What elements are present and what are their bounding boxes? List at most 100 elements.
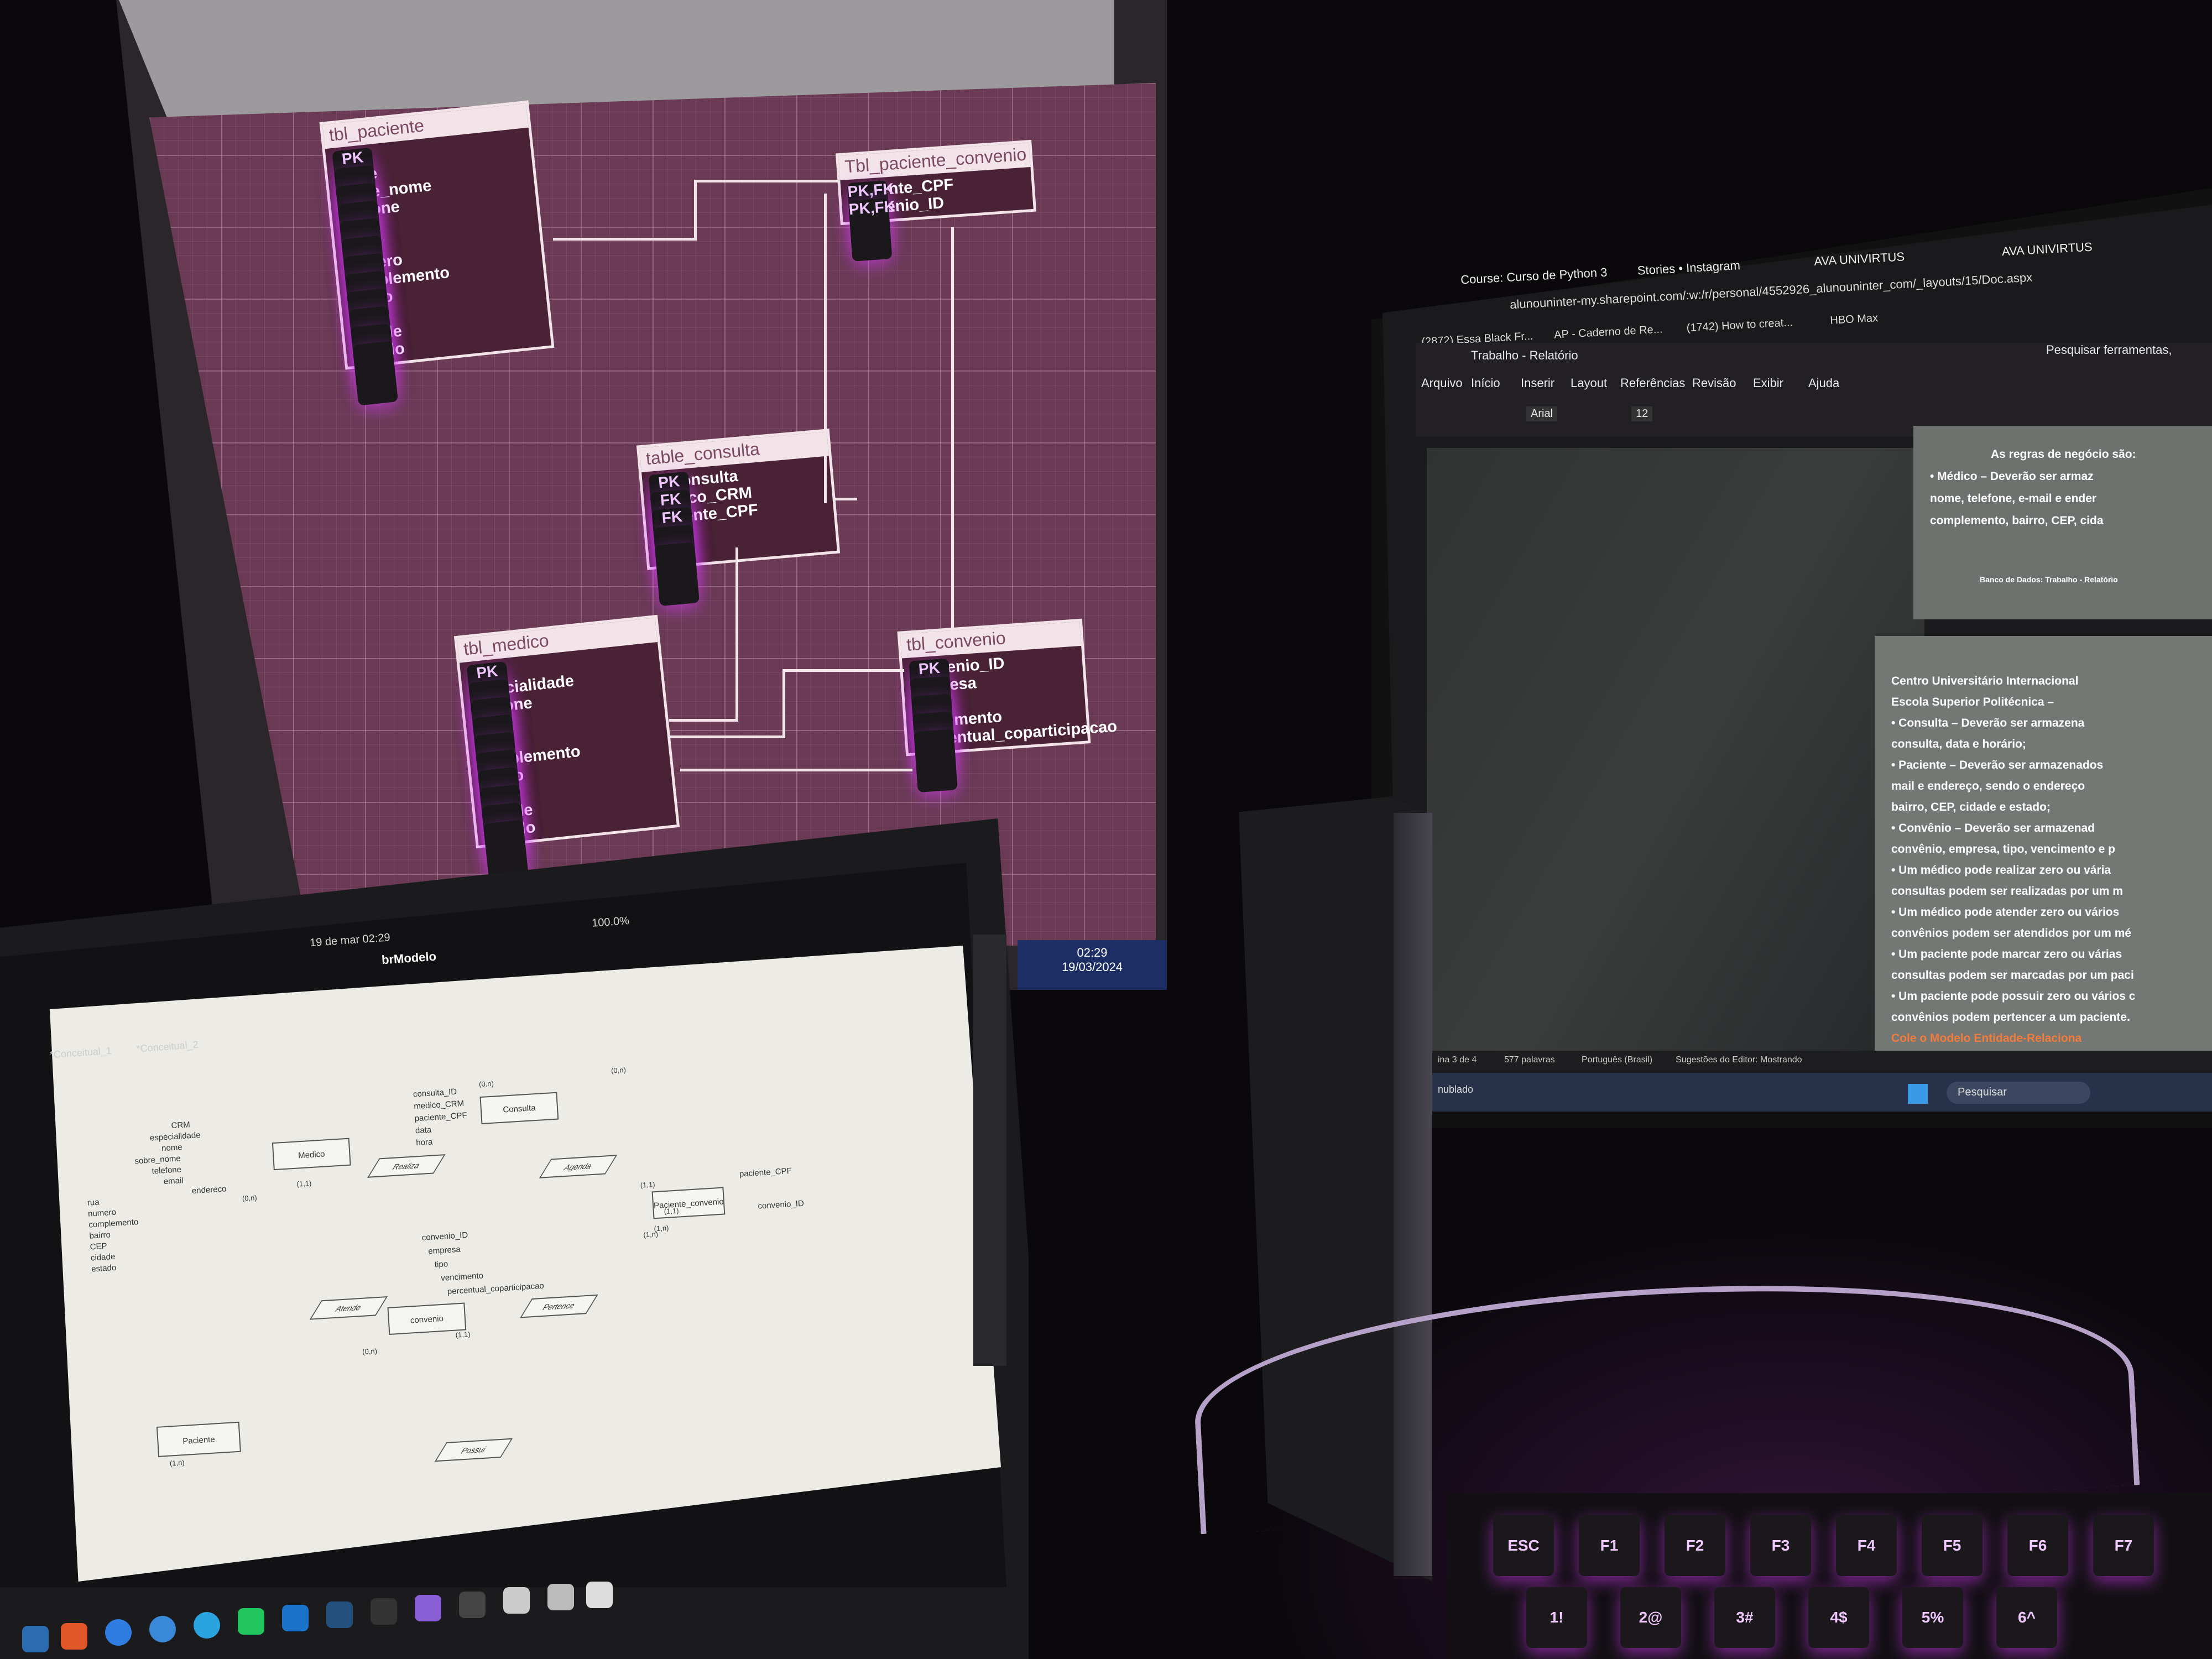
entity-box[interactable]: convenio	[387, 1302, 467, 1335]
cardinality-label[interactable]: (1,n)	[169, 1458, 185, 1468]
attribute-label[interactable]: cidade	[90, 1252, 115, 1263]
terminal-icon[interactable]	[371, 1598, 397, 1625]
browser-tab[interactable]: AVA UNIVIRTUS	[2001, 240, 2093, 259]
attribute-label[interactable]: convenio_ID	[758, 1199, 804, 1211]
word-page-2[interactable]: Centro Universitário Internacional Escola…	[1875, 636, 2212, 1056]
attribute-label[interactable]: hora	[416, 1137, 433, 1147]
attribute-label[interactable]: nome	[161, 1142, 182, 1153]
browser-icon[interactable]	[149, 1616, 176, 1642]
attribute-label[interactable]: empresa	[428, 1245, 461, 1256]
attribute-label[interactable]: complemento	[88, 1217, 139, 1229]
attribute-label[interactable]: endereco	[191, 1184, 226, 1196]
keyboard-key[interactable]: F3	[1750, 1515, 1811, 1576]
attribute-label[interactable]: paciente_CPF	[739, 1166, 792, 1179]
attribute-label[interactable]: medico_CRM	[414, 1099, 465, 1112]
keyboard-key[interactable]: F2	[1665, 1515, 1725, 1576]
taskbar-search[interactable]: Pesquisar	[1947, 1082, 2090, 1104]
font-size-select[interactable]: 12	[1631, 406, 1653, 421]
windows-start-icon[interactable]	[1908, 1084, 1928, 1104]
relationship-diamond[interactable]: Atende	[309, 1296, 388, 1320]
cardinality-label[interactable]: (1,1)	[664, 1207, 679, 1216]
browser-tab[interactable]: AVA UNIVIRTUS	[1814, 249, 1905, 269]
keyboard-key[interactable]: F5	[1922, 1515, 1983, 1576]
relationship-diamond[interactable]: Realiza	[367, 1154, 446, 1178]
ribbon-tab[interactable]: Arquivo	[1421, 376, 1463, 390]
cardinality-label[interactable]: (1,1)	[296, 1179, 312, 1188]
keyboard-key[interactable]: 1!	[1526, 1587, 1587, 1648]
keyboard-key[interactable]: 3#	[1714, 1587, 1775, 1648]
media-player-icon[interactable]	[415, 1595, 441, 1621]
brmodelo-icon[interactable]	[459, 1592, 486, 1618]
word-page-1[interactable]: As regras de negócio são: • Médico – Deve…	[1913, 426, 2212, 619]
keyboard-key[interactable]: ESC	[1493, 1515, 1554, 1576]
keyboard-key[interactable]: F7	[2093, 1515, 2154, 1576]
cardinality-label[interactable]: (0,n)	[479, 1079, 494, 1089]
archive-icon[interactable]	[547, 1584, 574, 1610]
app-center-icon[interactable]	[61, 1623, 87, 1650]
attribute-label[interactable]: sobre_nome	[134, 1154, 181, 1166]
recycle-icon[interactable]	[586, 1582, 613, 1608]
taskbar-clock[interactable]: 02:29 19/03/2024	[1018, 940, 1167, 990]
search-tools[interactable]: Pesquisar ferramentas,	[2046, 343, 2172, 357]
files-icon[interactable]	[22, 1626, 49, 1652]
er-table-rows: PKCRMespecialidadetelefoneemailruacomple…	[460, 642, 677, 885]
keyboard-key[interactable]: 5%	[1902, 1587, 1963, 1648]
bookmark-item[interactable]: HBO Max	[1830, 312, 1879, 327]
attribute-label[interactable]: vencimento	[441, 1271, 484, 1283]
attribute-label[interactable]: numero	[88, 1208, 117, 1219]
keyboard-key[interactable]: F4	[1836, 1515, 1897, 1576]
font-select[interactable]: Arial	[1526, 406, 1558, 421]
relationship-diamond[interactable]: Agenda	[539, 1155, 618, 1178]
ribbon-tab[interactable]: Revisão	[1692, 376, 1736, 390]
relationship-diamond[interactable]: Possui	[434, 1438, 513, 1462]
entity-box[interactable]: Consulta	[479, 1092, 559, 1125]
keyboard-key[interactable]: 4$	[1808, 1587, 1869, 1648]
vscode-icon[interactable]	[282, 1605, 309, 1631]
cardinality-label[interactable]: (1,1)	[640, 1180, 655, 1190]
attribute-label[interactable]: consulta_ID	[413, 1087, 457, 1099]
ribbon-tab[interactable]: Início	[1471, 376, 1500, 390]
relationship-diamond[interactable]: Pertence	[520, 1294, 598, 1318]
attribute-label[interactable]: estado	[91, 1263, 117, 1274]
attribute-label[interactable]: email	[163, 1176, 184, 1186]
attribute-label[interactable]: CRM	[171, 1120, 190, 1130]
help-icon[interactable]	[105, 1619, 132, 1646]
attribute-label[interactable]: CEP	[90, 1241, 107, 1252]
entity-box[interactable]: Paciente	[156, 1421, 241, 1457]
attribute-label[interactable]: tipo	[434, 1259, 448, 1269]
ribbon-tab[interactable]: Ajuda	[1808, 376, 1839, 390]
attribute-label[interactable]: telefone	[152, 1165, 181, 1176]
brmodelo-tool-palette[interactable]	[973, 935, 1006, 1366]
attribute-label[interactable]: especialidade	[149, 1130, 201, 1143]
keyboard-key[interactable]: F1	[1579, 1515, 1640, 1576]
keyboard-key[interactable]: 6^	[1996, 1587, 2057, 1648]
entity-box[interactable]: Paciente_convenio	[651, 1187, 726, 1219]
attribute-label[interactable]: convenio_ID	[421, 1230, 468, 1243]
ribbon-tab[interactable]: Layout	[1571, 376, 1607, 390]
keyboard-key[interactable]: 2@	[1620, 1587, 1681, 1648]
keyboard-key[interactable]: F6	[2007, 1515, 2068, 1576]
attribute-label[interactable]: data	[415, 1125, 432, 1136]
cardinality-label[interactable]: (0,n)	[362, 1347, 378, 1356]
editor-suggestions[interactable]: Sugestões do Editor: Mostrando	[1676, 1055, 1802, 1065]
er-table-rows: PKconvenio_IDempresatipovencimentopercen…	[902, 646, 1118, 793]
telegram-icon[interactable]	[194, 1612, 220, 1639]
attribute-label[interactable]: percentual_coparticipacao	[447, 1281, 544, 1297]
document-title[interactable]: Trabalho - Relatório	[1471, 348, 1578, 363]
ribbon-tab[interactable]: Referências	[1620, 376, 1685, 390]
cardinality-label[interactable]: (1,1)	[455, 1330, 471, 1339]
ribbon-tab[interactable]: Inserir	[1521, 376, 1554, 390]
cardinality-label[interactable]: (0,n)	[611, 1066, 627, 1075]
git-client-icon[interactable]	[326, 1601, 353, 1628]
attribute-label[interactable]: rua	[87, 1198, 100, 1208]
ribbon-tab[interactable]: Exibir	[1753, 376, 1783, 390]
cardinality-label[interactable]: (0,n)	[242, 1193, 257, 1203]
browser-tab[interactable]: Course: Curso de Python 3	[1460, 265, 1608, 288]
document-icon[interactable]	[503, 1587, 530, 1614]
entity-box[interactable]: Medico	[272, 1138, 351, 1171]
pycharm-icon[interactable]	[238, 1608, 264, 1635]
browser-tab[interactable]: Stories • Instagram	[1637, 258, 1740, 278]
attribute-label[interactable]: bairro	[89, 1230, 111, 1240]
cardinality-label[interactable]: (1,n)	[643, 1230, 659, 1239]
attribute-label[interactable]: paciente_CPF	[414, 1111, 467, 1124]
